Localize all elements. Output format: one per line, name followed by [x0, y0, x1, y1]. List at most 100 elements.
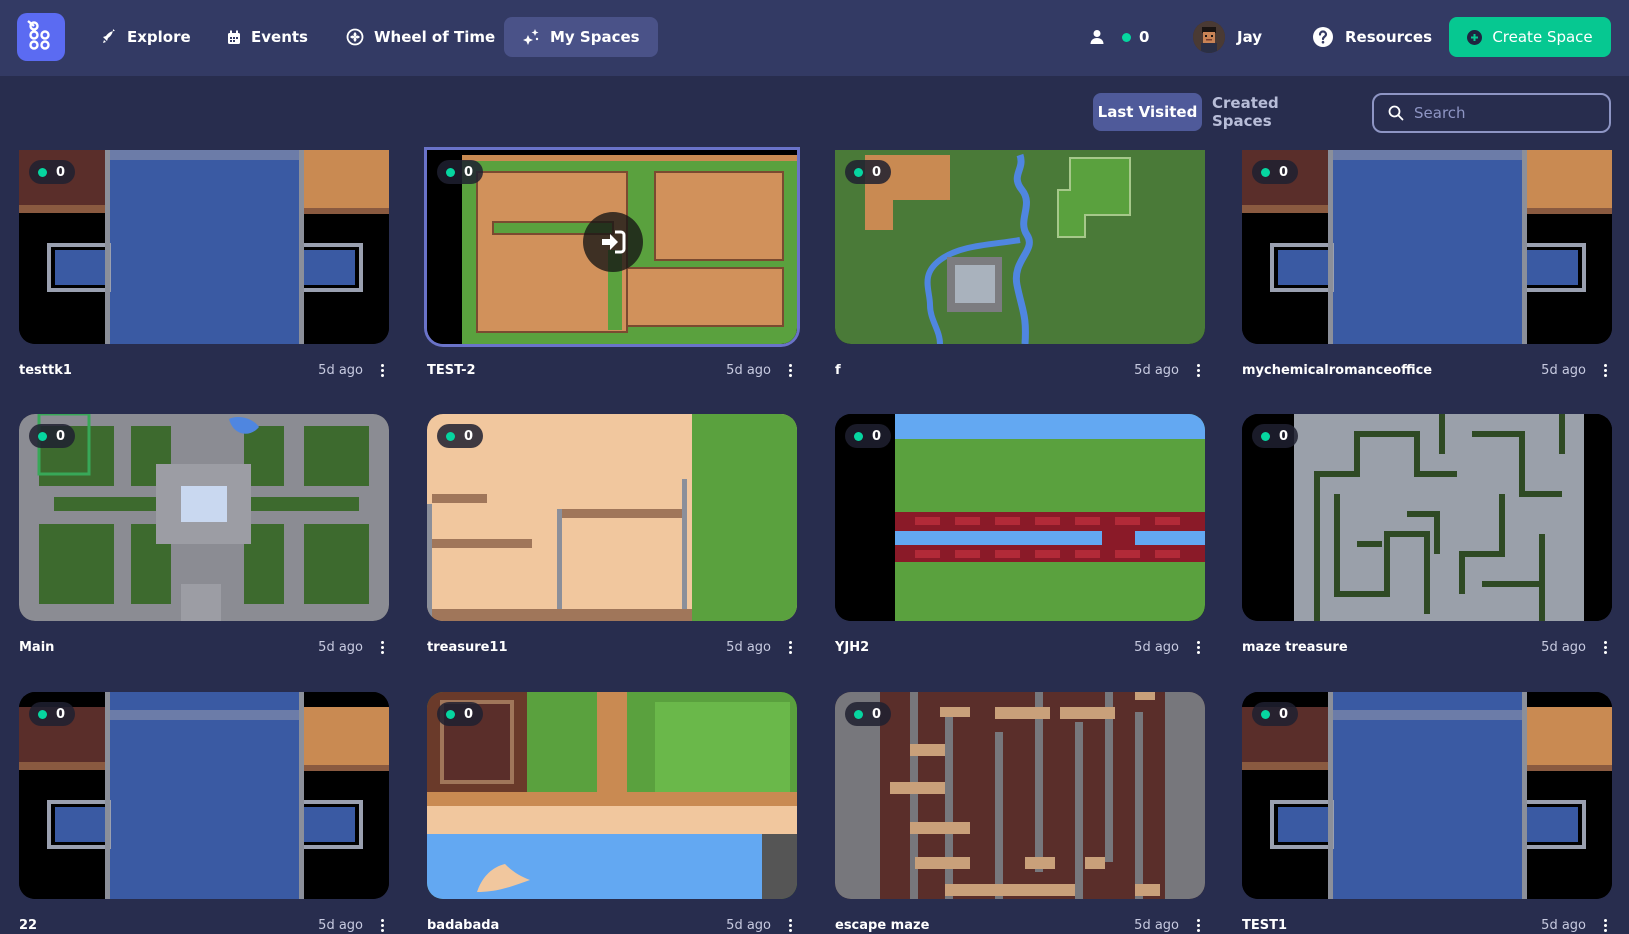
- space-thumbnail[interactable]: 0: [427, 414, 797, 621]
- more-options-icon[interactable]: [783, 915, 797, 934]
- more-options-icon[interactable]: [1598, 637, 1612, 657]
- more-options-icon[interactable]: [1598, 915, 1612, 934]
- space-card-meta: escape maze 5d ago: [835, 915, 1205, 934]
- space-card[interactable]: 0 TEST1 5d ago: [1242, 692, 1612, 934]
- online-status-dot: [1261, 167, 1270, 177]
- space-thumbnail[interactable]: 0: [427, 150, 797, 344]
- last-visited-time: 5d ago: [1541, 639, 1586, 655]
- online-badge: 0: [437, 424, 484, 448]
- nav-explore-label: Explore: [127, 28, 191, 46]
- create-space-button[interactable]: Create Space: [1449, 17, 1611, 57]
- search-input[interactable]: [1414, 104, 1594, 122]
- space-card-meta: treasure11 5d ago: [427, 637, 797, 657]
- space-thumbnail[interactable]: 0: [19, 692, 389, 899]
- space-name[interactable]: f: [835, 363, 841, 378]
- space-name[interactable]: escape maze: [835, 918, 929, 933]
- space-card[interactable]: 0 f 5d ago: [835, 150, 1205, 380]
- online-count: 0: [872, 164, 882, 180]
- more-options-icon[interactable]: [1191, 360, 1205, 380]
- online-status-dot: [38, 709, 47, 719]
- last-visited-time: 5d ago: [1134, 362, 1179, 378]
- online-status-dot: [854, 431, 863, 441]
- online-count: 0: [872, 706, 882, 722]
- top-navigation-bar: Explore Events Wheel of Time My Spaces 0: [0, 0, 1629, 76]
- user-name: Jay: [1237, 28, 1263, 46]
- online-users-indicator[interactable]: 0: [1090, 17, 1149, 57]
- space-thumbnail[interactable]: 0: [835, 692, 1205, 899]
- beach-map-thumbnail: [427, 692, 797, 899]
- space-name[interactable]: treasure11: [427, 640, 508, 655]
- space-card-meta: mychemicalromanceoffice 5d ago: [1242, 360, 1612, 380]
- more-options-icon[interactable]: [375, 915, 389, 934]
- space-name[interactable]: badabada: [427, 918, 499, 933]
- space-card[interactable]: 0 Main 5d ago: [19, 414, 389, 657]
- user-profile[interactable]: Jay: [1193, 17, 1262, 57]
- tab-created-spaces[interactable]: Created Spaces: [1212, 93, 1342, 131]
- tab-last-visited-label: Last Visited: [1097, 103, 1198, 121]
- space-name[interactable]: maze treasure: [1242, 640, 1348, 655]
- space-name[interactable]: TEST-2: [427, 363, 476, 378]
- office-map-thumbnail: [1242, 692, 1612, 899]
- space-thumbnail[interactable]: 0: [427, 692, 797, 899]
- resources-menu[interactable]: Resources: [1313, 17, 1432, 57]
- logo-icon: [27, 20, 50, 50]
- online-badge: 0: [845, 160, 892, 184]
- gather-logo[interactable]: [17, 13, 65, 61]
- space-card[interactable]: 0 maze treasure 5d ago: [1242, 414, 1612, 657]
- last-visited-time: 5d ago: [1134, 639, 1179, 655]
- space-name[interactable]: Main: [19, 640, 54, 655]
- tab-last-visited[interactable]: Last Visited: [1093, 93, 1202, 131]
- help-icon: [1313, 27, 1333, 47]
- online-badge: 0: [29, 424, 76, 448]
- space-thumbnail[interactable]: 0: [1242, 692, 1612, 899]
- more-options-icon[interactable]: [1191, 637, 1205, 657]
- more-options-icon[interactable]: [1598, 360, 1612, 380]
- space-card[interactable]: 0 YJH2 5d ago: [835, 414, 1205, 657]
- space-card[interactable]: 0 escape maze 5d ago: [835, 692, 1205, 934]
- sparkle-icon: [523, 29, 539, 45]
- nav-events[interactable]: Events: [209, 17, 326, 57]
- last-visited-time: 5d ago: [726, 917, 771, 933]
- online-badge: 0: [437, 702, 484, 726]
- space-card-meta: YJH2 5d ago: [835, 637, 1205, 657]
- space-card[interactable]: 0 mychemicalromanceoffice 5d ago: [1242, 150, 1612, 380]
- online-status-dot: [446, 431, 455, 441]
- space-thumbnail[interactable]: 0: [1242, 150, 1612, 344]
- online-status-dot: [1261, 709, 1270, 719]
- space-card[interactable]: 0 22 5d ago: [19, 692, 389, 934]
- office-map-thumbnail: [1242, 150, 1612, 344]
- space-name[interactable]: mychemicalromanceoffice: [1242, 363, 1432, 378]
- enter-icon: [602, 230, 626, 254]
- space-card[interactable]: 0 testtk1 5d ago: [19, 150, 389, 380]
- space-thumbnail[interactable]: 0: [19, 150, 389, 344]
- space-card[interactable]: 0 badabada 5d ago: [427, 692, 797, 934]
- space-thumbnail[interactable]: 0: [19, 414, 389, 621]
- space-name[interactable]: YJH2: [835, 640, 869, 655]
- space-name[interactable]: testtk1: [19, 363, 72, 378]
- search-icon: [1388, 105, 1404, 121]
- more-options-icon[interactable]: [1191, 915, 1205, 934]
- nav-wheel-of-time[interactable]: Wheel of Time: [328, 17, 513, 57]
- tab-created-spaces-label: Created Spaces: [1212, 94, 1279, 130]
- space-card[interactable]: 0 TEST-2 5d ago: [427, 150, 797, 380]
- space-thumbnail[interactable]: 0: [835, 150, 1205, 344]
- online-status-dot: [446, 709, 455, 719]
- more-options-icon[interactable]: [783, 360, 797, 380]
- space-name[interactable]: 22: [19, 918, 37, 933]
- nav-explore[interactable]: Explore: [83, 17, 209, 57]
- more-options-icon[interactable]: [375, 360, 389, 380]
- space-thumbnail[interactable]: 0: [1242, 414, 1612, 621]
- online-badge: 0: [29, 160, 76, 184]
- space-card[interactable]: 0 treasure11 5d ago: [427, 414, 797, 657]
- last-visited-time: 5d ago: [726, 362, 771, 378]
- nav-my-spaces[interactable]: My Spaces: [504, 17, 658, 57]
- space-card-meta: f 5d ago: [835, 360, 1205, 380]
- online-status-dot: [854, 167, 863, 177]
- more-options-icon[interactable]: [375, 637, 389, 657]
- search-box[interactable]: [1372, 93, 1611, 133]
- enter-space-button[interactable]: [583, 212, 643, 272]
- space-thumbnail[interactable]: 0: [835, 414, 1205, 621]
- space-name[interactable]: TEST1: [1242, 918, 1287, 933]
- online-count: 0: [56, 428, 66, 444]
- more-options-icon[interactable]: [783, 637, 797, 657]
